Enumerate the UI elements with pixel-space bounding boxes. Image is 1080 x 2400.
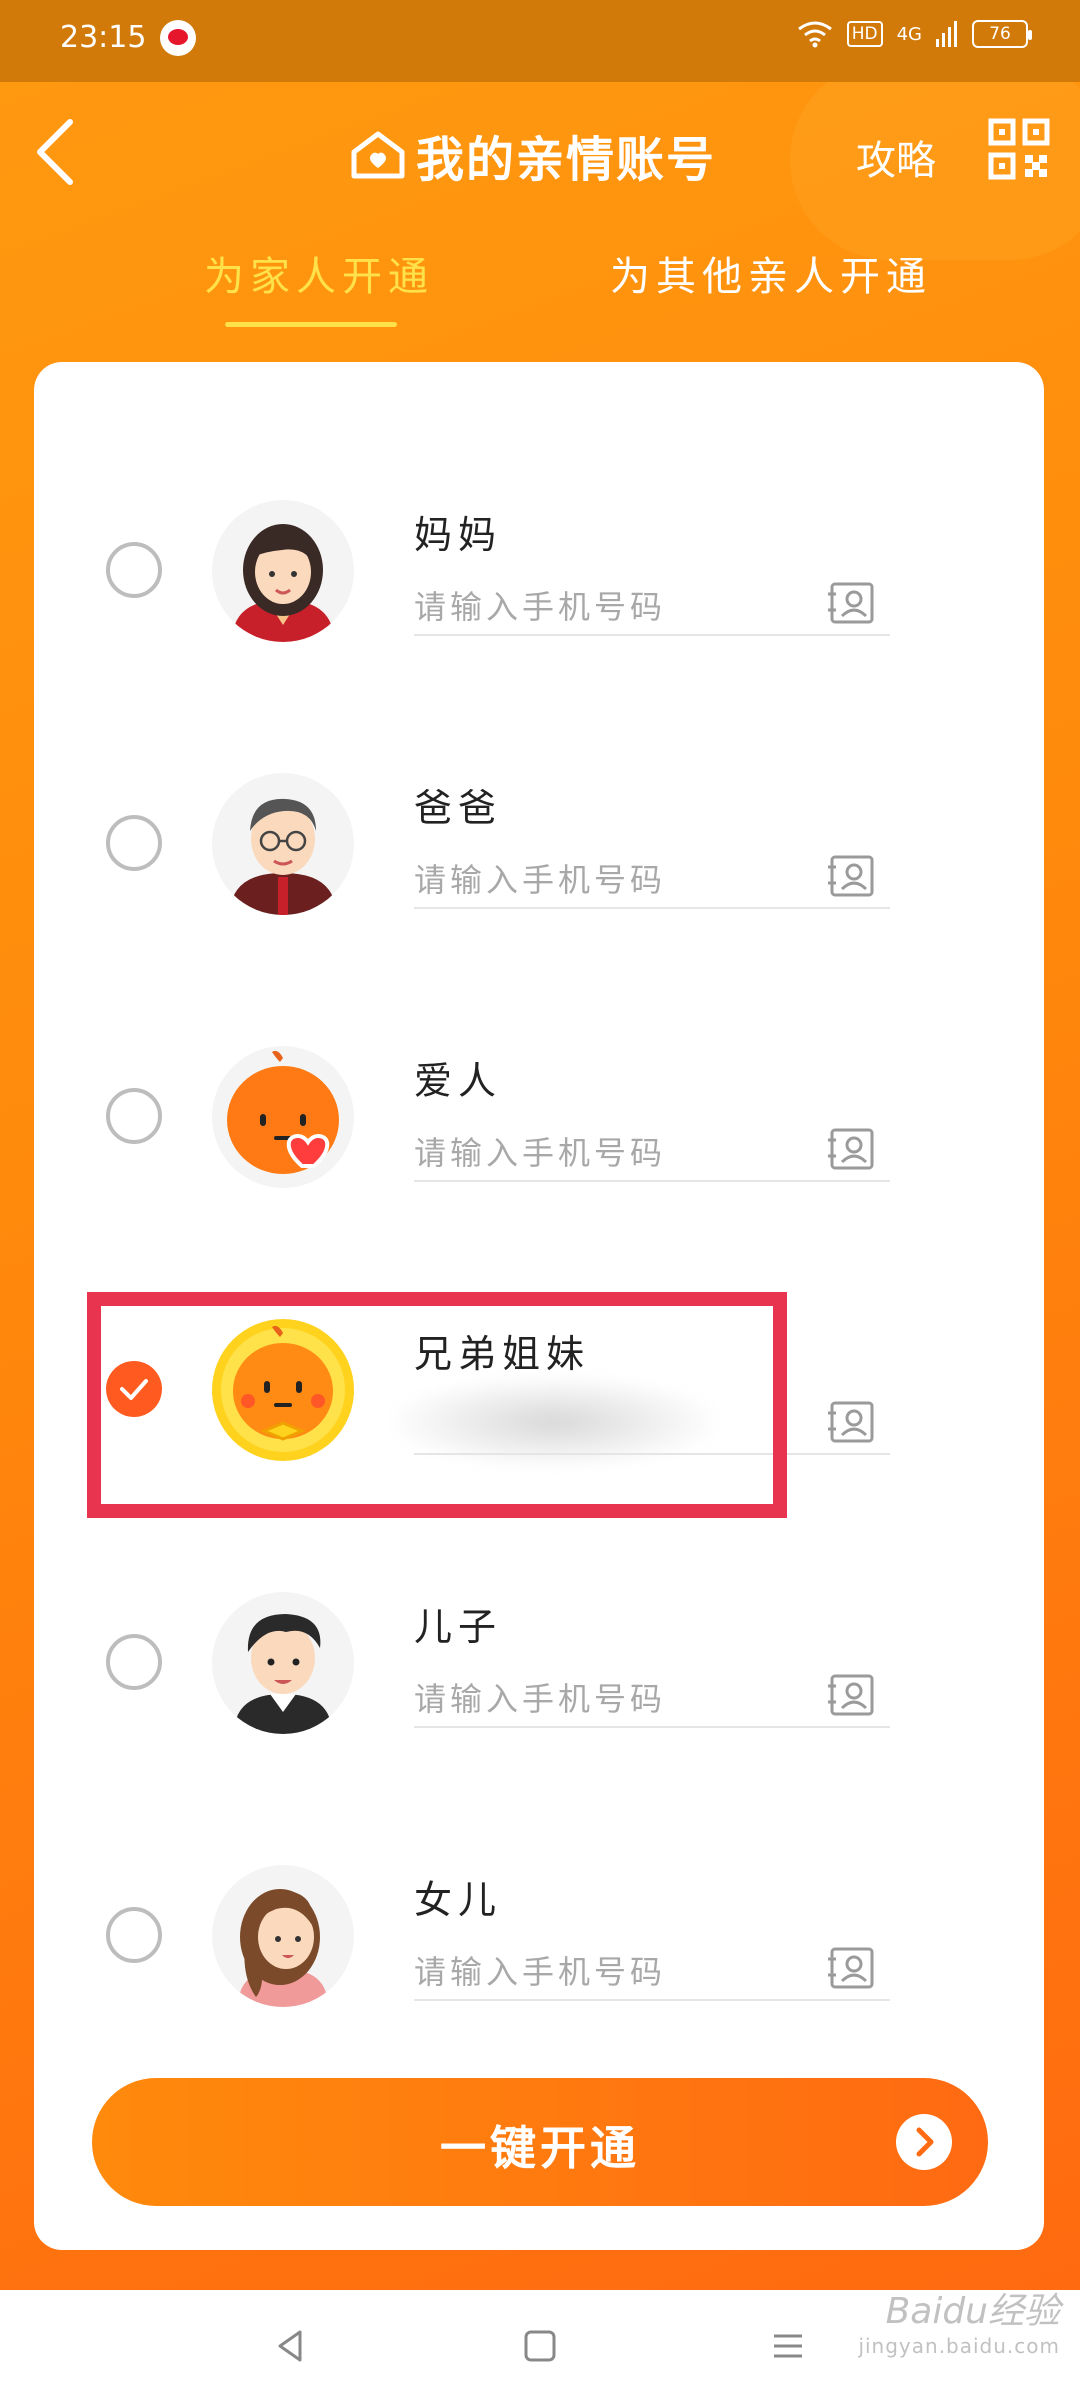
- contact-book-icon[interactable]: [828, 1674, 876, 1716]
- nav-back-icon[interactable]: [270, 2324, 314, 2368]
- wifi-icon: [797, 21, 832, 48]
- phone-input[interactable]: [414, 1945, 890, 2001]
- member-name: 爱人: [414, 1059, 503, 1103]
- member-row-mother[interactable]: 妈妈: [34, 462, 1044, 692]
- radio-button[interactable]: [106, 1088, 162, 1144]
- daughter-avatar: [212, 1865, 354, 2007]
- strategy-link[interactable]: 攻略: [856, 128, 936, 186]
- tab-bar: 为家人开通 为其他亲人开通: [0, 244, 1080, 334]
- member-name: 妈妈: [414, 513, 503, 557]
- radio-button[interactable]: [106, 542, 162, 598]
- phone-input[interactable]: [414, 580, 890, 636]
- activate-all-button[interactable]: 一键开通: [92, 2078, 988, 2206]
- contact-book-icon[interactable]: [828, 855, 876, 897]
- page-title: 我的亲情账号: [416, 132, 717, 188]
- phone-input[interactable]: [414, 1126, 890, 1182]
- watermark-brand: Baidu经验: [885, 2291, 1060, 2332]
- father-avatar: [212, 773, 354, 915]
- tab-other-relatives[interactable]: 为其他亲人开通: [610, 244, 932, 302]
- radio-button[interactable]: [106, 815, 162, 871]
- weibo-notification-icon: [160, 20, 196, 56]
- tab-active-indicator: [225, 322, 397, 327]
- member-row-father[interactable]: 爸爸: [34, 735, 1044, 965]
- nav-menu-icon[interactable]: [766, 2324, 810, 2368]
- contact-book-icon[interactable]: [828, 1947, 876, 1989]
- status-bar: 23:15 HD 4G 76: [0, 0, 1080, 82]
- nav-home-icon[interactable]: [518, 2324, 562, 2368]
- tab-family[interactable]: 为家人开通: [204, 244, 434, 302]
- radio-button[interactable]: [106, 1634, 162, 1690]
- member-row-spouse[interactable]: 爱人: [34, 1008, 1044, 1238]
- back-arrow-icon[interactable]: [30, 112, 90, 192]
- member-row-daughter[interactable]: 女儿: [34, 1827, 1044, 2057]
- network-type: 4G: [896, 23, 922, 45]
- watermark-url: jingyan.baidu.com: [858, 2334, 1060, 2358]
- qr-code-icon[interactable]: [988, 118, 1050, 180]
- annotation-highlight-box: [87, 1292, 787, 1518]
- battery-indicator: 76: [972, 20, 1032, 48]
- member-name: 女儿: [414, 1878, 503, 1922]
- member-name: 爸爸: [414, 786, 503, 830]
- member-row-son[interactable]: 儿子: [34, 1554, 1044, 1784]
- mother-avatar: [212, 500, 354, 642]
- contact-book-icon[interactable]: [828, 1401, 876, 1443]
- status-time: 23:15: [60, 20, 147, 55]
- radio-button[interactable]: [106, 1907, 162, 1963]
- son-avatar: [212, 1592, 354, 1734]
- spouse-avatar: [212, 1046, 354, 1188]
- signal-icon: [936, 21, 957, 47]
- hd-badge: HD: [846, 21, 883, 47]
- phone-input[interactable]: [414, 1672, 890, 1728]
- chevron-right-icon: [896, 2114, 952, 2170]
- phone-input[interactable]: [414, 853, 890, 909]
- family-home-icon: [351, 131, 405, 179]
- contact-book-icon[interactable]: [828, 582, 876, 624]
- top-header: 我的亲情账号 攻略: [0, 82, 1080, 222]
- member-name: 儿子: [414, 1605, 503, 1649]
- baidu-jingyan-watermark: Baidu经验 jingyan.baidu.com: [858, 2282, 1060, 2358]
- contact-book-icon[interactable]: [828, 1128, 876, 1170]
- activate-all-label: 一键开通: [440, 2121, 640, 2175]
